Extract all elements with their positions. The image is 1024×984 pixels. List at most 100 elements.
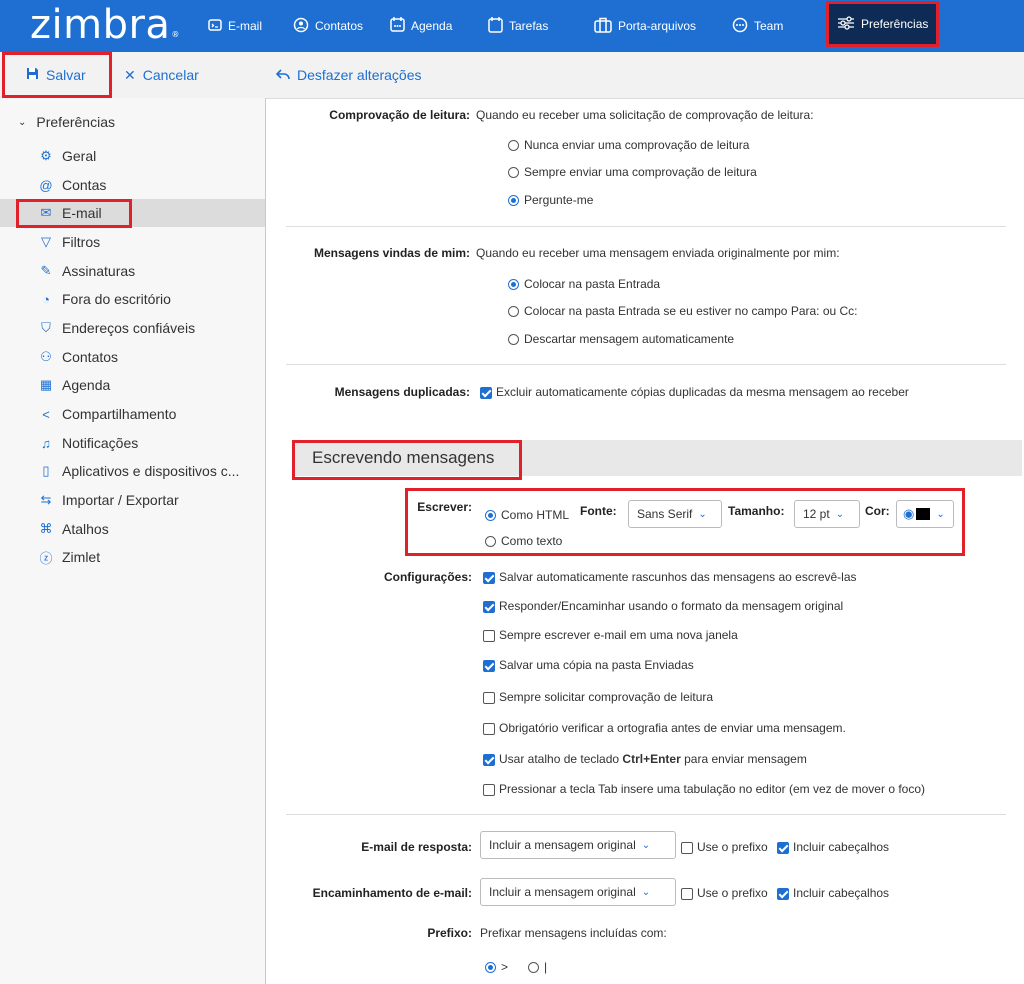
- reply-use-prefix[interactable]: Use o prefixo: [681, 840, 768, 854]
- config-autosave-drafts[interactable]: Salvar automaticamente rascunhos das men…: [483, 570, 857, 584]
- color-label: Cor:: [865, 504, 890, 518]
- checkbox-checked[interactable]: [483, 753, 495, 766]
- read-receipt-option-never[interactable]: Nunca enviar uma comprovação de leitura: [508, 138, 749, 152]
- option-label: Colocar na pasta Entrada se eu estiver n…: [524, 304, 858, 318]
- checkbox[interactable]: [483, 722, 495, 735]
- checkbox[interactable]: [483, 783, 495, 796]
- prefix-option-gt[interactable]: >: [485, 960, 508, 974]
- config-reply-original-format[interactable]: Responder/Encaminhar usando o formato da…: [483, 599, 843, 613]
- checkbox[interactable]: [681, 841, 693, 854]
- radio-button[interactable]: [485, 536, 496, 548]
- radio-button[interactable]: [508, 167, 519, 179]
- reply-include-headers[interactable]: Incluir cabeçalhos: [777, 840, 889, 854]
- sidebar-item-out-of-office[interactable]: ◔ Fora do escritório: [0, 285, 265, 313]
- out-of-office-icon: ◔: [42, 291, 50, 307]
- checkbox[interactable]: [681, 887, 693, 900]
- checkbox-checked[interactable]: [777, 841, 789, 854]
- sidebar-item-email[interactable]: ✉ E-mail: [0, 199, 265, 227]
- font-size-select[interactable]: 12 pt ⌄: [794, 500, 860, 528]
- compose-as-text-option[interactable]: Como texto: [485, 534, 562, 548]
- sidebar-item-notifications[interactable]: ♫ Notificações: [0, 429, 265, 457]
- sidebar-item-contacts[interactable]: ⚇ Contatos: [0, 343, 265, 371]
- select-value: Incluir a mensagem original: [489, 838, 636, 852]
- duplicates-option[interactable]: Excluir automaticamente cópias duplicada…: [480, 385, 909, 399]
- from-me-option-discard[interactable]: Descartar mensagem automaticamente: [508, 332, 734, 346]
- email-preferences-panel: Comprovação de leitura: Quando eu recebe…: [266, 98, 1024, 984]
- sidebar-item-calendar[interactable]: ▦ Agenda: [0, 371, 265, 399]
- cancel-button[interactable]: ✕ Cancelar: [124, 52, 199, 98]
- radio-button[interactable]: [508, 334, 519, 346]
- config-tab-inserts-tab[interactable]: Pressionar a tecla Tab insere uma tabula…: [483, 782, 925, 796]
- tasks-icon: [488, 16, 503, 36]
- undo-changes-button[interactable]: Desfazer alterações: [275, 52, 422, 98]
- prefix-option-pipe[interactable]: |: [528, 960, 547, 974]
- sidebar-item-shortcuts[interactable]: ⌘ Atalhos: [0, 515, 265, 543]
- radio-button-selected[interactable]: [508, 279, 519, 291]
- save-button[interactable]: Salvar: [26, 52, 86, 98]
- sidebar-item-signatures[interactable]: ✎ Assinaturas: [0, 257, 265, 285]
- option-label: Incluir cabeçalhos: [793, 840, 890, 854]
- undo-icon: [275, 67, 290, 83]
- sidebar-item-filters[interactable]: ▽ Filtros: [0, 228, 265, 256]
- font-select[interactable]: Sans Serif ⌄: [628, 500, 722, 528]
- config-new-window[interactable]: Sempre escrever e-mail em uma nova janel…: [483, 628, 738, 642]
- logo-text: zimbra: [30, 2, 171, 48]
- from-me-option-inbox-if-cc[interactable]: Colocar na pasta Entrada se eu estiver n…: [508, 304, 858, 318]
- checkbox-checked[interactable]: [483, 600, 495, 613]
- radio-button[interactable]: [508, 306, 519, 318]
- nav-contacts[interactable]: Contatos: [293, 0, 363, 52]
- nav-email[interactable]: E-mail: [208, 0, 262, 52]
- font-color-picker[interactable]: ◉ ⌄: [896, 500, 954, 528]
- radio-button[interactable]: [508, 140, 519, 152]
- radio-button-selected[interactable]: [485, 962, 496, 974]
- sidebar-item-label: Atalhos: [62, 521, 109, 537]
- sidebar-item-label: Notificações: [62, 435, 139, 451]
- sidebar-item-sharing[interactable]: < Compartilhamento: [0, 400, 265, 428]
- sidebar-item-trusted-addresses[interactable]: ⛉ Endereços confiáveis: [0, 314, 265, 342]
- radio-button-selected[interactable]: [508, 195, 519, 207]
- reply-label: E-mail de resposta:: [361, 840, 472, 854]
- reply-include-select[interactable]: Incluir a mensagem original ⌄: [480, 831, 676, 859]
- nav-preferences[interactable]: Preferências: [825, 1, 940, 47]
- config-ctrl-enter-send[interactable]: Usar atalho de teclado Ctrl+Enter para e…: [483, 752, 807, 766]
- nav-preferences-label: Preferências: [861, 17, 929, 31]
- radio-button-selected[interactable]: [485, 510, 496, 522]
- forward-use-prefix[interactable]: Use o prefixo: [681, 886, 768, 900]
- checkbox-checked[interactable]: [480, 386, 492, 399]
- read-receipt-option-ask[interactable]: Pergunte-me: [508, 193, 593, 207]
- option-label: Sempre enviar uma comprovação de leitura: [524, 165, 757, 179]
- envelope-icon: ✉: [40, 205, 52, 220]
- sidebar-item-general[interactable]: ⚙ Geral: [0, 142, 265, 170]
- checkbox[interactable]: [483, 691, 495, 704]
- zimbra-logo[interactable]: zimbra®: [30, 2, 180, 48]
- prefix-label: Prefixo:: [427, 926, 472, 940]
- checkbox[interactable]: [483, 629, 495, 642]
- radio-button[interactable]: [528, 962, 539, 974]
- config-always-request-receipt[interactable]: Sempre solicitar comprovação de leitura: [483, 690, 713, 704]
- nav-calendar[interactable]: Agenda: [390, 0, 452, 52]
- chevron-down-icon: ⌄: [641, 839, 651, 851]
- sidebar-item-import-export[interactable]: ⇆ Importar / Exportar: [0, 486, 265, 514]
- forward-include-headers[interactable]: Incluir cabeçalhos: [777, 886, 889, 900]
- sidebar-item-accounts[interactable]: @ Contas: [0, 171, 265, 199]
- option-label: Pressionar a tecla Tab insere uma tabula…: [499, 782, 925, 796]
- checkbox-checked[interactable]: [483, 571, 495, 584]
- forward-include-select[interactable]: Incluir a mensagem original ⌄: [480, 878, 676, 906]
- nav-briefcase[interactable]: Porta-arquivos: [594, 0, 696, 52]
- preferences-tree-header[interactable]: ⌄ Preferências: [18, 114, 115, 130]
- nav-tasks[interactable]: Tarefas: [488, 0, 548, 52]
- logo-registered-mark: ®: [171, 30, 180, 39]
- from-me-option-inbox[interactable]: Colocar na pasta Entrada: [508, 277, 660, 291]
- nav-team[interactable]: Team: [732, 0, 783, 52]
- option-label: Colocar na pasta Entrada: [524, 277, 661, 291]
- sidebar-item-apps-devices[interactable]: ▯ Aplicativos e dispositivos c...: [0, 457, 265, 485]
- nav-calendar-label: Agenda: [411, 19, 453, 33]
- sidebar-item-zimlet[interactable]: ⓩ Zimlet: [0, 543, 265, 571]
- compose-as-html-option[interactable]: Como HTML: [485, 508, 569, 522]
- checkbox-checked[interactable]: [483, 659, 495, 672]
- checkbox-checked[interactable]: [777, 887, 789, 900]
- config-save-sent-copy[interactable]: Salvar uma cópia na pasta Enviadas: [483, 658, 694, 672]
- read-receipt-option-always[interactable]: Sempre enviar uma comprovação de leitura: [508, 165, 757, 179]
- config-spellcheck-before-send[interactable]: Obrigatório verificar a ortografia antes…: [483, 721, 846, 735]
- chevron-down-icon: ⌄: [698, 508, 707, 520]
